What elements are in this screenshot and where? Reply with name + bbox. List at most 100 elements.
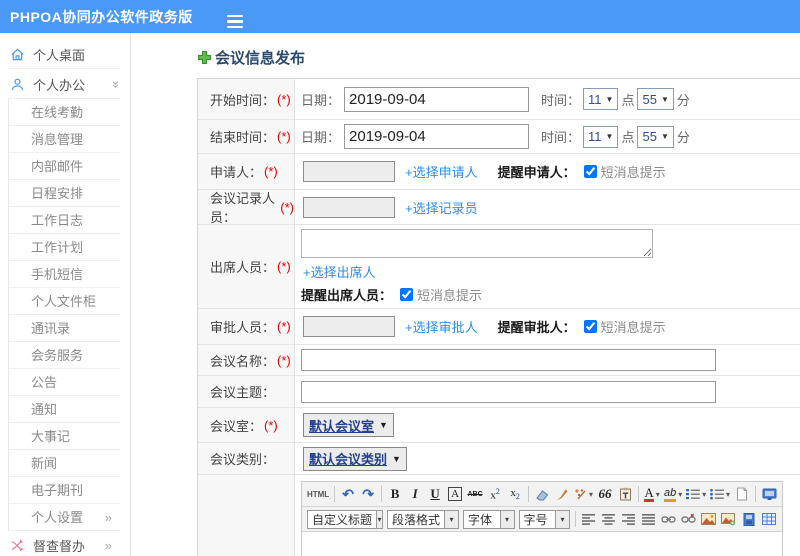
font-color-button[interactable]: A ▾ — [642, 484, 662, 504]
start-date-input[interactable] — [344, 86, 530, 112]
sidebar-submenu: 在线考勤 消息管理 内部邮件 日程安排 工作日志 工作计划 手机短信 个人文件柜… — [8, 99, 130, 531]
applicant-input[interactable] — [303, 161, 395, 182]
subscript-button[interactable]: x2 — [505, 484, 525, 504]
bold-button[interactable]: B — [385, 484, 405, 504]
subscript-icon: x2 — [510, 486, 520, 502]
pick-applicant-link[interactable]: +选择申请人 — [405, 162, 478, 181]
sidebar-item-notice[interactable]: 通知 — [9, 396, 130, 423]
blockquote-button[interactable]: 66 — [595, 484, 615, 504]
sidebar-item-contacts[interactable]: 通讯录 — [9, 315, 130, 342]
new-page-button[interactable] — [732, 484, 752, 504]
select-arrow-icon: ▼ — [605, 94, 614, 104]
insert-link-button[interactable] — [659, 509, 679, 529]
font-family-select[interactable]: 字体 ▾ — [463, 509, 515, 529]
justify-button[interactable] — [639, 509, 659, 529]
sms-hint-label: 短消息提示 — [600, 165, 666, 180]
field-label: 会议记录人员： (*) — [198, 190, 295, 225]
applicant-sms-checkbox[interactable] — [583, 165, 597, 178]
align-center-button[interactable] — [599, 509, 619, 529]
align-left-button[interactable] — [579, 509, 599, 529]
sidebar-item-announcement[interactable]: 公告 — [9, 369, 130, 396]
insert-net-image-button[interactable] — [719, 509, 739, 529]
sidebar-item-personal-office[interactable]: 个人办公 » — [0, 69, 130, 99]
unordered-list-button[interactable]: ▾ — [708, 484, 732, 504]
sidebar-item-personal-desktop[interactable]: 个人桌面 — [0, 39, 130, 69]
remove-format-button[interactable]: A — [445, 484, 465, 504]
select-arrow-icon: ▼ — [392, 453, 401, 464]
sidebar-item-personal-settings[interactable]: 个人设置 » — [9, 504, 130, 531]
field-label: 会议类别： — [198, 443, 295, 474]
sidebar-item-work-plan[interactable]: 工作计划 — [9, 234, 130, 261]
sidebar-item-internal-mail[interactable]: 内部邮件 — [9, 153, 130, 180]
highlight-button[interactable]: ab ▾ — [662, 484, 684, 504]
hamburger-icon — [226, 14, 243, 28]
insert-media-button[interactable] — [739, 509, 759, 529]
sidebar-item-message-management[interactable]: 消息管理 — [9, 126, 130, 153]
sidebar-item-ejournal[interactable]: 电子期刊 — [9, 477, 130, 504]
remove-link-button[interactable] — [679, 509, 699, 529]
meeting-name-input[interactable] — [301, 349, 716, 371]
sidebar-item-conference-service[interactable]: 会务服务 — [9, 342, 130, 369]
end-hour-select[interactable]: 11 ▼ — [583, 125, 619, 148]
start-minute-select[interactable]: 55 ▼ — [637, 88, 674, 110]
sidebar-item-schedule[interactable]: 日程安排 — [9, 180, 130, 207]
pick-recorder-link[interactable]: +选择记录员 — [405, 198, 478, 217]
underline-button[interactable]: U — [425, 484, 445, 504]
insert-image-button[interactable] — [699, 509, 719, 529]
approver-input[interactable] — [303, 316, 395, 337]
pick-approver-link[interactable]: +选择审批人 — [405, 317, 478, 336]
eraser-button[interactable] — [532, 484, 552, 504]
sub-item-label: 消息管理 — [31, 132, 84, 147]
sidebar-item-memorabilia[interactable]: 大事记 — [9, 423, 130, 450]
net-image-icon — [721, 512, 736, 525]
meeting-room-select[interactable]: 默认会议室 ▼ — [303, 413, 394, 437]
editor-content-area[interactable] — [302, 532, 782, 556]
minute-unit: 分 — [676, 130, 690, 145]
sidebar-item-personal-files[interactable]: 个人文件柜 — [9, 288, 130, 315]
sidebar-item-work-log[interactable]: 工作日志 — [9, 207, 130, 234]
source-code-button[interactable]: HTML — [305, 484, 331, 504]
end-date-input[interactable] — [344, 124, 530, 149]
special-format-button[interactable]: ▾ — [572, 484, 595, 504]
row-meeting-room: 会议室： (*) 默认会议室 ▼ — [198, 408, 800, 443]
toolbar-separator — [574, 511, 576, 527]
meeting-category-select[interactable]: 默认会议类别 ▼ — [303, 446, 407, 471]
sub-item-label: 在线考勤 — [31, 105, 84, 120]
superscript-button[interactable]: x2 — [485, 484, 505, 504]
align-right-button[interactable] — [619, 509, 639, 529]
sidebar-item-sms[interactable]: 手机短信 — [9, 261, 130, 288]
toolbar-separator — [638, 486, 640, 502]
sidebar-item-online-attendance[interactable]: 在线考勤 — [9, 99, 130, 126]
undo-button[interactable]: ↶ — [338, 484, 358, 504]
paragraph-format-select[interactable]: 段落格式 ▾ — [387, 509, 460, 529]
sidebar-item-news[interactable]: 新闻 — [9, 450, 130, 477]
attendees-textarea[interactable] — [301, 229, 653, 258]
font-size-select[interactable]: 字号 ▾ — [518, 509, 570, 529]
format-brush-button[interactable] — [552, 484, 572, 504]
row-meeting-subject: 会议主题： — [198, 376, 800, 408]
recorder-input[interactable] — [303, 196, 395, 218]
sidebar-item-supervision[interactable]: 督查督办 » — [0, 531, 130, 556]
fullscreen-button[interactable] — [759, 484, 779, 504]
meeting-subject-input[interactable] — [301, 380, 716, 403]
start-hour-select[interactable]: 11 ▼ — [583, 88, 619, 110]
strikethrough-button[interactable]: ABC — [465, 484, 485, 504]
paste-text-button[interactable] — [615, 484, 635, 504]
heading-select[interactable]: 自定义标题 ▾ — [307, 509, 383, 529]
undo-icon: ↶ — [342, 485, 354, 502]
menu-toggle-button[interactable] — [226, 5, 243, 28]
approver-sms-checkbox[interactable] — [583, 320, 597, 333]
caret-down-icon: ▾ — [499, 510, 514, 528]
insert-table-button[interactable] — [759, 509, 779, 529]
home-icon — [11, 48, 24, 60]
field-content: +选择申请人 提醒申请人： 短消息提示 — [295, 154, 800, 189]
field-label: 结束时间： (*) — [198, 120, 295, 153]
italic-button[interactable]: I — [405, 484, 425, 504]
sms-hint-label: 短消息提示 — [600, 320, 666, 335]
caret-down-icon: ▾ — [725, 489, 730, 499]
redo-button[interactable]: ↷ — [358, 484, 378, 504]
ordered-list-button[interactable]: ▾ — [684, 484, 708, 504]
pick-attendees-link[interactable]: +选择出席人 — [303, 262, 376, 281]
attendees-sms-checkbox[interactable] — [400, 288, 414, 301]
end-minute-select[interactable]: 55 ▼ — [637, 125, 674, 148]
